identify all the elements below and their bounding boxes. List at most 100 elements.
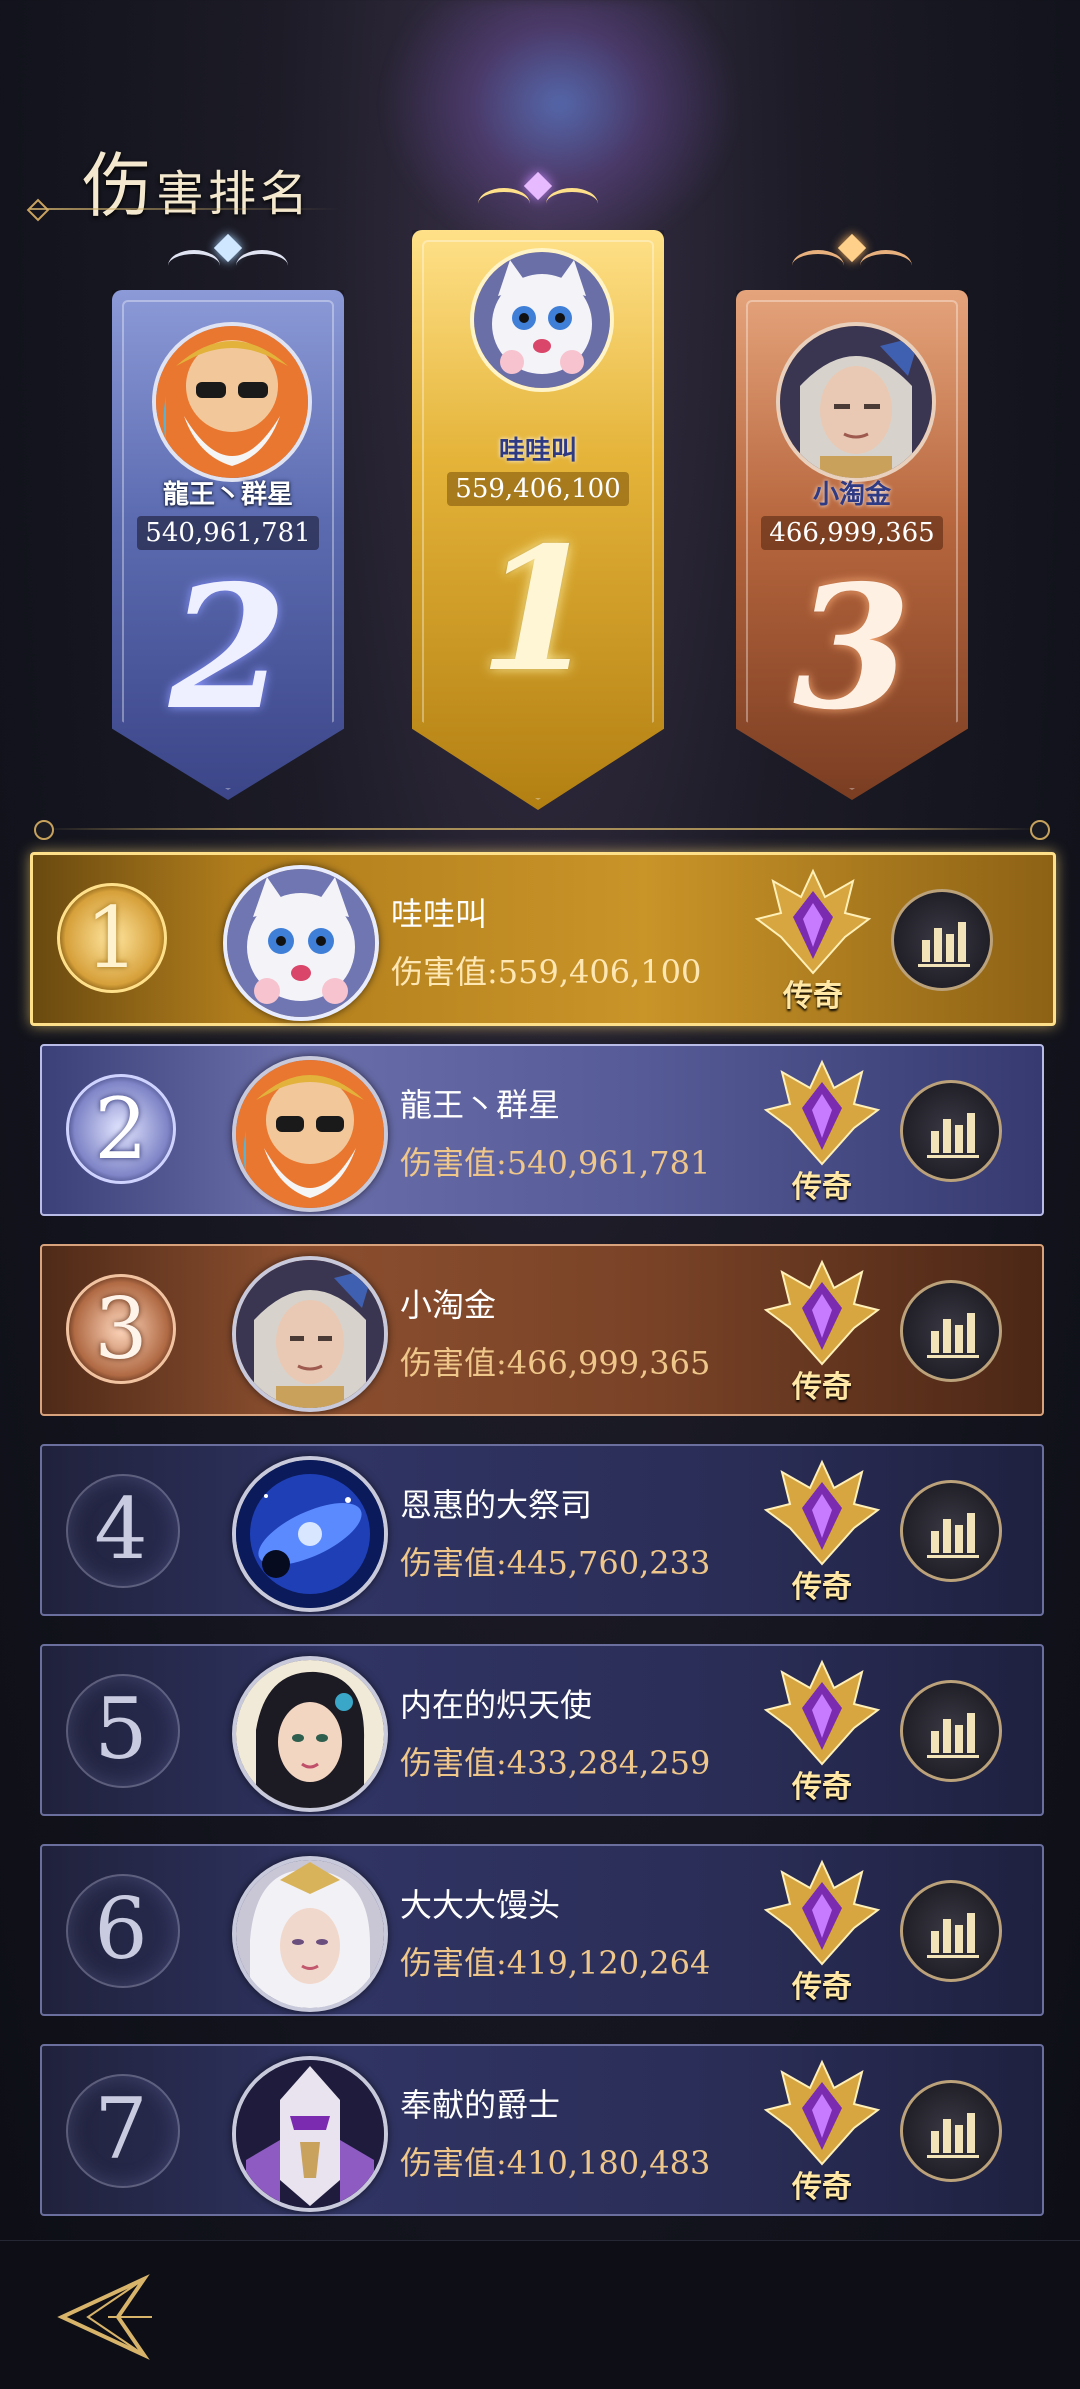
player-name: 哇哇叫 [391, 895, 488, 933]
damage-score: 伤害值:559,406,100 [391, 953, 702, 991]
bar-chart-icon [927, 1913, 979, 1958]
page-title-area: 伤害排名 [26, 118, 350, 231]
sunglasses-elder-icon [156, 326, 308, 478]
legend-rank-badge: 传奇 [762, 2058, 882, 2208]
player-name: 小淘金 [400, 1286, 497, 1324]
podium-name-rank-3: 小淘金 [812, 480, 891, 510]
legend-rank-badge: 传奇 [762, 1658, 882, 1808]
masked-knight-icon [236, 2060, 384, 2208]
badge-label: 传奇 [792, 1370, 852, 1405]
podium-rank-number-3: 3 [792, 548, 912, 748]
ranking-row-3[interactable]: 3 小淘金 伤害值:466,999,365 传奇 [40, 1244, 1044, 1416]
stats-button[interactable] [900, 1680, 1002, 1782]
back-button[interactable] [48, 2271, 158, 2361]
podium-rank-number-2: 2 [168, 548, 288, 748]
page-title-first-char: 伤 [82, 145, 156, 227]
damage-score: 伤害值:445,760,233 [400, 1544, 711, 1582]
legend-rank-badge: 传奇 [753, 867, 873, 1017]
player-avatar [232, 1056, 388, 1212]
ranking-row-4[interactable]: 4 恩惠的大祭司 伤害值:445,760,233 传奇 [40, 1444, 1044, 1616]
player-avatar [232, 1856, 388, 2012]
badge-label: 传奇 [792, 2170, 852, 2205]
page-title-rest: 害排名 [156, 166, 313, 222]
damage-score: 伤害值:410,180,483 [400, 2144, 711, 2182]
bar-chart-icon [927, 2113, 979, 2158]
damage-score: 伤害值:419,120,264 [400, 1944, 711, 1982]
podium-score-value-rank-3: 466,999,365 [761, 516, 943, 550]
page-title: 伤害排名 [82, 130, 312, 231]
legend-rank-icon [763, 1059, 881, 1166]
divider-ornament-icon [1030, 820, 1050, 840]
damage-score: 伤害值:540,961,781 [400, 1144, 711, 1182]
blue-galaxy-icon [236, 1460, 384, 1608]
stats-button[interactable] [900, 1480, 1002, 1582]
sunglasses-elder-icon [236, 1060, 384, 1208]
bar-chart-icon [918, 922, 970, 967]
podium-name-rank-2: 龍王丶群星 [162, 480, 293, 510]
stats-button[interactable] [891, 889, 993, 991]
podium-rank-number-1: 1 [478, 510, 598, 710]
player-name: 恩惠的大祭司 [400, 1486, 593, 1524]
badge-label: 传奇 [792, 1570, 852, 1605]
legend-rank-icon [754, 868, 872, 975]
ranking-row-5[interactable]: 5 内在的炽天使 伤害值:433,284,259 传奇 [40, 1644, 1044, 1816]
legend-rank-badge: 传奇 [762, 1458, 882, 1608]
player-avatar [232, 1256, 388, 1412]
silver-haired-man-icon [780, 326, 932, 478]
ranking-row-6[interactable]: 6 大大大馒头 伤害值:419,120,264 传奇 [40, 1844, 1044, 2016]
ranking-row-1[interactable]: 1 哇哇叫 伤害值:559,406,100 传奇 [30, 852, 1056, 1026]
podium-score-rank-1: 559,406,100 [422, 472, 654, 506]
ranking-row-7[interactable]: 7 奉献的爵士 伤害值:410,180,483 传奇 [40, 2044, 1044, 2216]
bottom-bar [0, 2240, 1080, 2389]
podium-avatar-rank-1 [470, 248, 614, 392]
legend-rank-badge: 传奇 [762, 1258, 882, 1408]
legend-rank-icon [763, 1859, 881, 1966]
player-avatar [232, 1456, 388, 1612]
rank-number: 1 [85, 889, 139, 987]
title-ornament-icon [26, 198, 50, 222]
rank-number: 4 [94, 1480, 148, 1578]
rank-number: 6 [94, 1880, 148, 1978]
bar-chart-icon [927, 1513, 979, 1558]
white-kitten-icon [227, 869, 375, 1017]
stats-button[interactable] [900, 1280, 1002, 1382]
podium-avatar-rank-3 [776, 322, 936, 482]
white-haired-woman-icon [236, 1860, 384, 2008]
bronze-crown-icon [792, 232, 912, 292]
player-name: 大大大馒头 [400, 1886, 561, 1924]
title-underline [30, 208, 340, 210]
badge-label: 传奇 [792, 1770, 852, 1805]
podium-score-value-rank-1: 559,406,100 [447, 472, 629, 506]
rank-number: 3 [94, 1280, 148, 1378]
silver-haired-man-icon [236, 1260, 384, 1408]
badge-label: 传奇 [792, 1170, 852, 1205]
stats-button[interactable] [900, 1080, 1002, 1182]
player-name: 奉献的爵士 [400, 2086, 561, 2124]
rank-number: 5 [94, 1680, 148, 1778]
white-kitten-icon [474, 252, 610, 388]
player-name: 内在的炽天使 [400, 1686, 593, 1724]
stats-button[interactable] [900, 1880, 1002, 1982]
legend-rank-icon [763, 1259, 881, 1366]
stats-button[interactable] [900, 2080, 1002, 2182]
player-avatar [232, 1656, 388, 1812]
rank-number: 7 [94, 2080, 148, 2178]
podium-score-value-rank-2: 540,961,781 [137, 516, 319, 550]
badge-label: 传奇 [792, 1970, 852, 2005]
player-avatar [232, 2056, 388, 2212]
legend-rank-badge: 传奇 [762, 1858, 882, 2008]
player-name: 龍王丶群星 [400, 1086, 561, 1124]
gold-crown-icon [478, 170, 598, 230]
podium-avatar-rank-2 [152, 322, 312, 482]
ranking-row-2[interactable]: 2 龍王丶群星 伤害值:540,961,781 传奇 [40, 1044, 1044, 1216]
dark-haired-woman-icon [236, 1660, 384, 1808]
rank-number: 2 [94, 1080, 148, 1178]
bar-chart-icon [927, 1113, 979, 1158]
badge-label: 传奇 [783, 979, 843, 1014]
bar-chart-icon [927, 1313, 979, 1358]
silver-crown-icon [168, 232, 288, 292]
podium-score-rank-2: 540,961,781 [112, 516, 344, 550]
legend-rank-icon [763, 2059, 881, 2166]
divider-ornament-icon [34, 820, 54, 840]
back-arrow-icon [57, 2274, 152, 2360]
